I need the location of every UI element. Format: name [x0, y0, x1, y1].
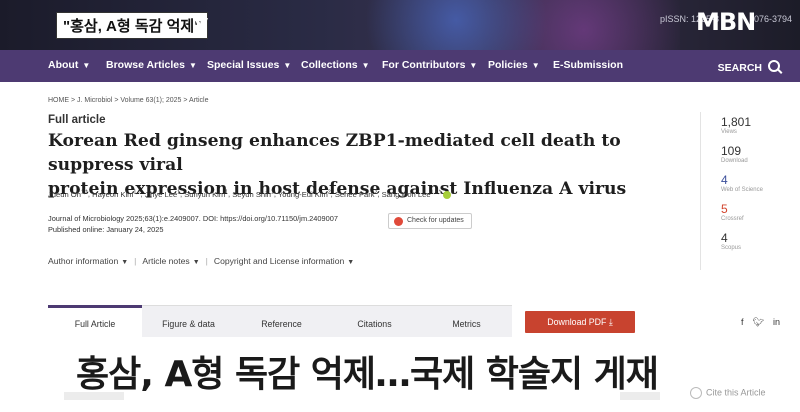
stat-views: 1,801 Views — [721, 115, 752, 136]
check-for-updates-button[interactable]: Check for updates — [388, 213, 472, 229]
divider: | — [205, 256, 208, 266]
broadcaster-logo: MBN — [696, 8, 756, 36]
author-list: Jueun Oh1,†, Hayeon Kim1,†, Jihye Lee1, … — [48, 189, 451, 199]
chevron-down-icon: ▼ — [283, 61, 292, 70]
author-link[interactable]: Seyun Shin1 — [232, 189, 274, 199]
published-date: Published online: January 24, 2025 — [48, 225, 164, 234]
nav-e-submission[interactable]: E-Submission — [553, 59, 623, 71]
chevron-down-icon: ▼ — [469, 61, 478, 70]
author-link[interactable]: SangJoon Lee1,3,* — [382, 189, 441, 199]
author-link[interactable]: Hayeon Kim1,† — [92, 189, 140, 199]
chevron-down-icon: ▼ — [361, 61, 370, 70]
orcid-icon[interactable] — [442, 190, 451, 199]
tab-figure-data[interactable]: Figure & data — [142, 305, 235, 337]
stats-divider — [700, 112, 701, 270]
stat-web-of-science[interactable]: 4 Web of Science — [721, 174, 791, 194]
author-link[interactable]: Sehee Park2 — [335, 189, 377, 199]
article-tabs: Full Article Figure & data Reference Cit… — [48, 305, 512, 337]
author-information-toggle[interactable]: Author information ▼ — [48, 256, 128, 266]
chevron-down-icon: ▼ — [192, 259, 200, 266]
broadcast-tag: "홍삼, A형 독감 억제" — [56, 12, 209, 39]
divider: | — [134, 256, 137, 266]
nav-about[interactable]: About ▼ — [48, 59, 90, 71]
share-links: f 🐦︎ in — [741, 317, 789, 328]
cite-this-article-button[interactable]: Cite this Article — [690, 387, 766, 399]
author-link[interactable]: Jueun Oh1,† — [48, 189, 88, 199]
article-stats: 1,801 Views 109 Download 4 Web of Science 5… — [721, 116, 791, 261]
nav-browse-articles[interactable]: Browse Articles ▼ — [106, 59, 197, 71]
main-nav: About ▼ Browse Articles ▼ Special Issues ▼ … — [0, 50, 800, 82]
nav-special-issues[interactable]: Special Issues ▼ — [207, 59, 291, 71]
chevron-down-icon: ▼ — [188, 61, 197, 70]
citation-info: Journal of Microbiology 2025;63(1):e.240… — [48, 213, 338, 235]
breadcrumb: HOME > J. Microbiol > Volume 63(1); 2025… — [48, 97, 209, 104]
article-title-line-1: Korean Red ginseng enhances ZBP1-mediate… — [48, 131, 621, 175]
article-notes-toggle[interactable]: Article notes ▼ — [142, 256, 199, 266]
tab-reference[interactable]: Reference — [235, 305, 328, 337]
news-caption: 홍삼, A형 독감 억제…국제 학술지 게재 — [76, 354, 659, 395]
stat-downloads: 109 Download — [721, 144, 748, 165]
nav-policies[interactable]: Policies ▼ — [488, 59, 540, 71]
chevron-down-icon: ▼ — [347, 259, 355, 266]
author-link[interactable]: Young-Eui Kim2 — [278, 189, 331, 199]
tab-citations[interactable]: Citations — [328, 305, 421, 337]
chevron-down-icon: ▼ — [121, 259, 129, 266]
twitter-share-icon[interactable]: 🐦︎ — [753, 317, 764, 327]
banner-logo-fragment: y — [194, 11, 209, 36]
article-meta-links: Author information ▼ | Article notes ▼ | Copyr… — [48, 256, 354, 266]
issn-right: 076-3794 — [754, 14, 793, 24]
nav-collections[interactable]: Collections ▼ — [301, 59, 370, 71]
copyright-license-toggle[interactable]: Copyright and License information ▼ — [214, 256, 354, 266]
author-link[interactable]: Jihye Lee1 — [145, 189, 180, 199]
tab-metrics[interactable]: Metrics — [421, 305, 512, 337]
linkedin-share-icon[interactable]: in — [773, 317, 780, 327]
crossmark-icon — [394, 217, 403, 226]
chevron-down-icon: ▼ — [531, 61, 540, 70]
author-link[interactable]: Suhyun Kim1 — [184, 189, 228, 199]
stat-scopus[interactable]: 4 Scopus — [721, 232, 791, 252]
tab-full-article[interactable]: Full Article — [48, 305, 142, 337]
download-pdf-button[interactable]: Download PDF ⤓ — [525, 311, 635, 333]
journal-citation: Journal of Microbiology 2025;63(1):e.240… — [48, 214, 338, 223]
facebook-share-icon[interactable]: f — [741, 317, 744, 327]
chevron-down-icon: ▼ — [82, 61, 91, 70]
search-icon — [768, 60, 780, 72]
banner-artwork — [360, 0, 680, 50]
stat-crossref[interactable]: 5 Crossref — [721, 203, 791, 223]
quote-icon — [690, 387, 702, 399]
download-icon: ⤓ — [608, 317, 613, 327]
article-type-label: Full article — [48, 114, 106, 126]
search-button[interactable]: SEARCH — [718, 59, 780, 74]
nav-for-contributors[interactable]: For Contributors ▼ — [382, 59, 477, 71]
